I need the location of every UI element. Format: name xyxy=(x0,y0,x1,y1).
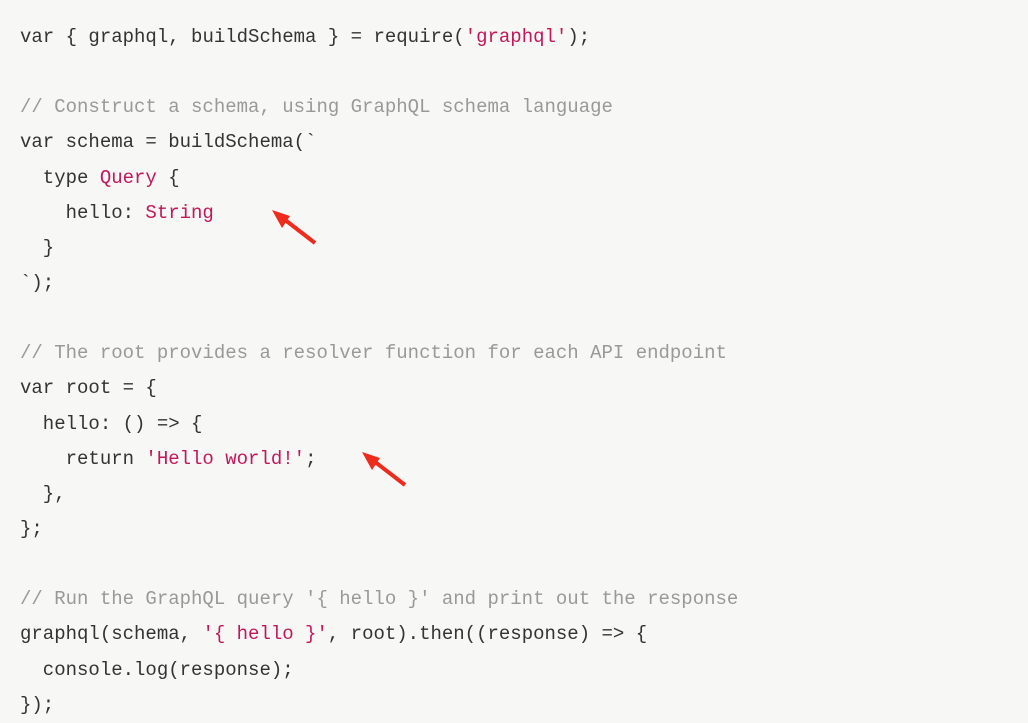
code-text: `); xyxy=(20,272,54,294)
code-text: , root).then((response) => { xyxy=(328,623,647,645)
comment-line: // Construct a schema, using GraphQL sch… xyxy=(20,96,613,118)
code-text: { xyxy=(157,167,180,189)
code-text: hello: xyxy=(20,202,145,224)
code-text: } xyxy=(20,237,54,259)
comment-line: // The root provides a resolver function… xyxy=(20,342,727,364)
code-text: }, xyxy=(20,483,66,505)
code-text: graphql(schema, xyxy=(20,623,202,645)
string-literal: '{ hello }' xyxy=(202,623,327,645)
code-text: }; xyxy=(20,518,43,540)
keyword-var: var xyxy=(20,26,54,48)
type-name: String xyxy=(145,202,213,224)
code-text: { graphql, buildSchema } = require( xyxy=(54,26,464,48)
keyword-return: return xyxy=(20,448,145,470)
code-text: console.log(response); xyxy=(20,659,294,681)
code-block: var { graphql, buildSchema } = require('… xyxy=(20,20,1008,723)
code-text: schema = buildSchema(` xyxy=(54,131,316,153)
code-text: ; xyxy=(305,448,316,470)
keyword-var: var xyxy=(20,131,54,153)
code-text: ); xyxy=(567,26,590,48)
code-text: root = { xyxy=(54,377,157,399)
comment-line: // Run the GraphQL query '{ hello }' and… xyxy=(20,588,738,610)
keyword-var: var xyxy=(20,377,54,399)
string-literal: 'graphql' xyxy=(465,26,568,48)
type-name: Query xyxy=(88,167,156,189)
keyword-type: type xyxy=(20,167,88,189)
code-text: }); xyxy=(20,694,54,716)
string-literal: 'Hello world!' xyxy=(145,448,305,470)
code-text: hello: () => { xyxy=(20,413,202,435)
